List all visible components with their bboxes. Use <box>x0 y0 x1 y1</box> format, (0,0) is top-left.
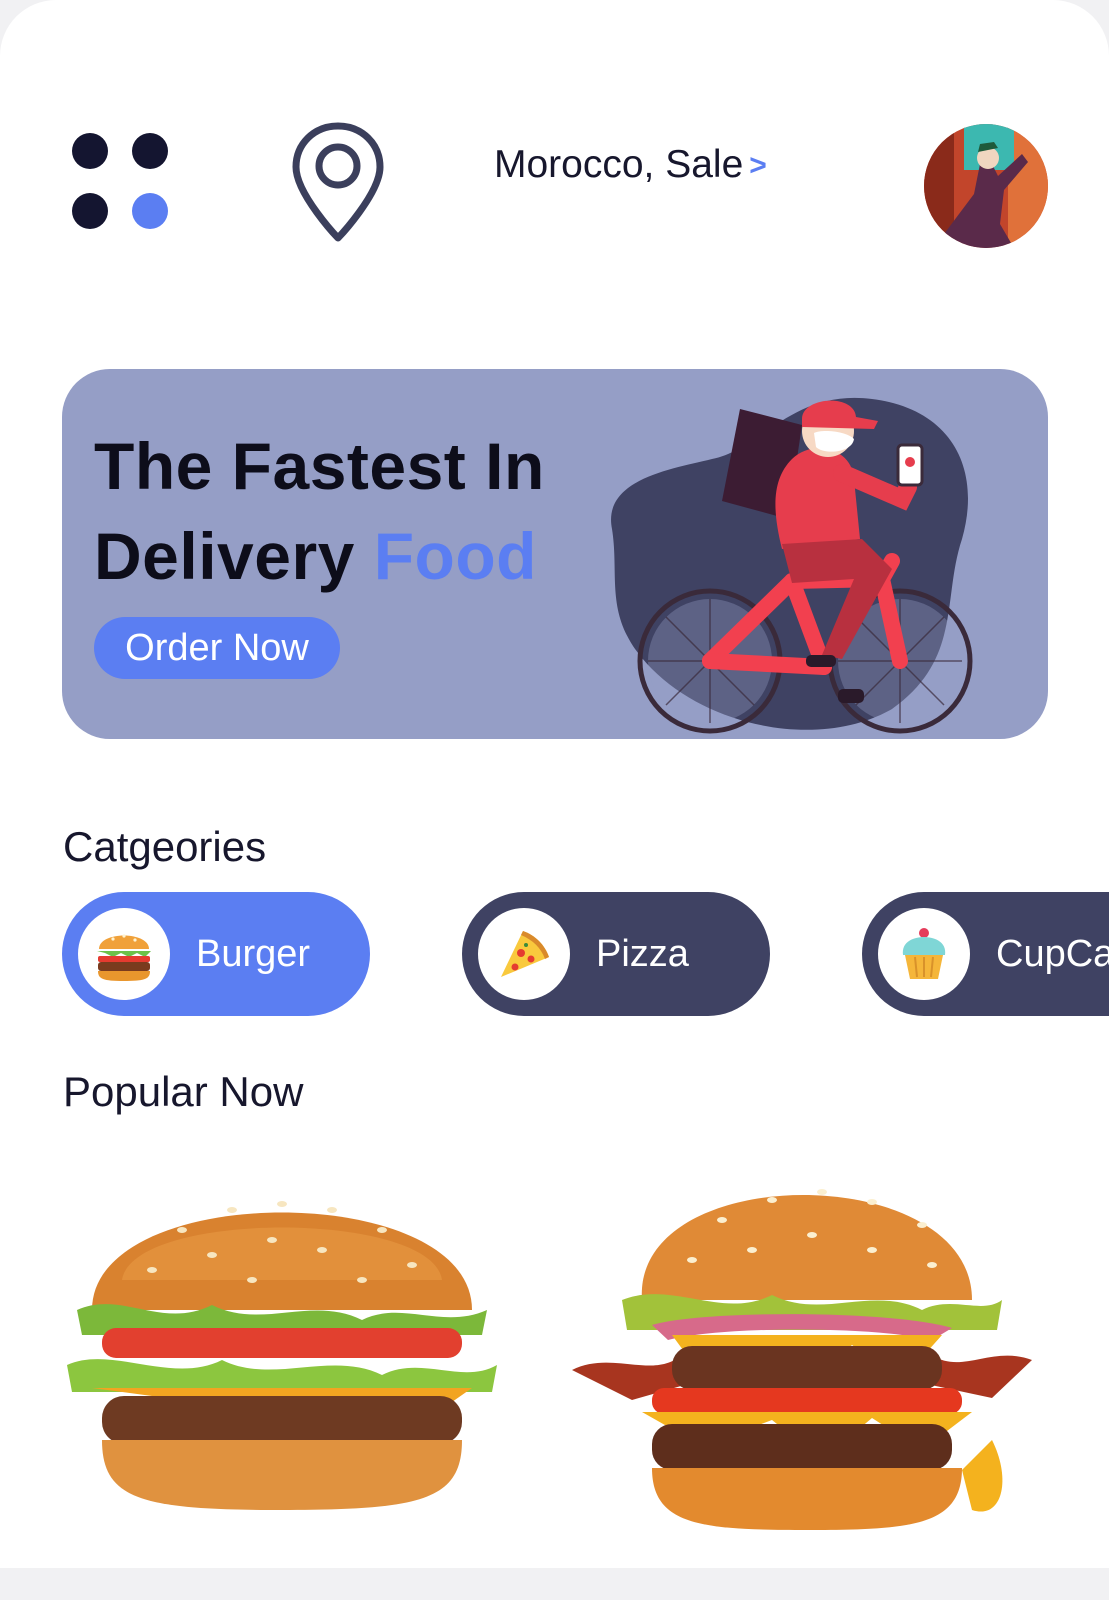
delivery-rider-illustration <box>611 397 973 734</box>
category-chip-burger[interactable]: Burger <box>62 892 370 1016</box>
menu-icon[interactable] <box>72 133 174 235</box>
map-pin-icon[interactable] <box>290 120 386 248</box>
category-chip-pizza[interactable]: Pizza <box>462 892 770 1016</box>
avatar[interactable] <box>924 124 1048 248</box>
banner-title-line1: The Fastest In <box>94 429 545 503</box>
bacon-double-burger-image[interactable] <box>572 1150 1032 1550</box>
promo-banner: The Fastest In Delivery Food Order Now <box>62 369 1048 739</box>
user-avatar-image <box>924 124 1048 248</box>
order-now-button[interactable]: Order Now <box>94 617 340 679</box>
cheeseburger-image[interactable] <box>62 1160 502 1540</box>
pizza-icon <box>478 908 570 1000</box>
category-label: Burger <box>196 932 311 975</box>
banner-title: The Fastest In Delivery Food <box>94 421 545 601</box>
chevron-right-icon: > <box>749 149 767 182</box>
banner-title-line2: Delivery <box>94 519 355 593</box>
cupcake-icon <box>878 908 970 1000</box>
categories-title: Catgeories <box>63 823 267 870</box>
location-label: Morocco, Sale <box>494 143 744 186</box>
banner-title-accent: Food <box>373 519 537 593</box>
category-label: Pizza <box>596 932 689 975</box>
popular-title: Popular Now <box>63 1068 304 1115</box>
category-chip-cupcake[interactable]: CupCa <box>862 892 1109 1016</box>
app-screen: Morocco, Sale > The Fastest In Delivery F… <box>0 0 1109 1568</box>
burger-icon <box>78 908 170 1000</box>
category-label: CupCa <box>996 932 1109 975</box>
location-selector[interactable]: Morocco, Sale > <box>494 143 767 187</box>
